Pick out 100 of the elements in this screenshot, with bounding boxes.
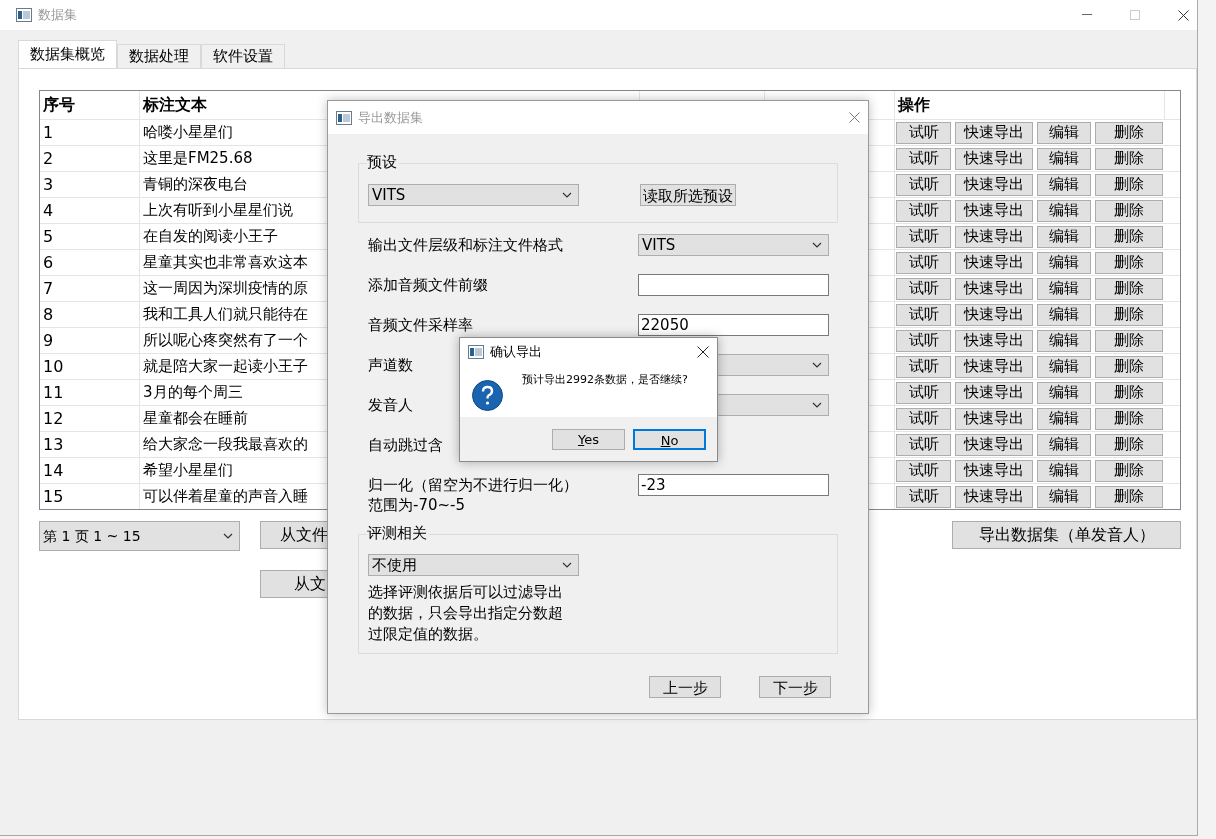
row-action-button[interactable]: 编辑 — [1037, 381, 1091, 404]
row-action-button[interactable]: 试听 — [896, 173, 951, 196]
row-action-button[interactable]: 快速导出 — [955, 173, 1033, 196]
row-action-button[interactable]: 编辑 — [1037, 485, 1091, 508]
row-action-button[interactable]: 删除 — [1095, 199, 1163, 222]
row-action-button[interactable]: 编辑 — [1037, 407, 1091, 430]
table-cell: 1 — [40, 120, 140, 145]
row-action-button[interactable]: 删除 — [1095, 225, 1163, 248]
text-field[interactable] — [638, 274, 829, 296]
step-button[interactable]: 下一步 — [759, 676, 831, 698]
question-icon — [472, 380, 503, 411]
tab[interactable]: 数据处理 — [117, 44, 201, 68]
row-action-button[interactable]: 快速导出 — [955, 355, 1033, 378]
text-field[interactable]: -23 — [638, 474, 829, 496]
row-action-button[interactable]: 删除 — [1095, 147, 1163, 170]
dialog-button[interactable]: Yes — [552, 428, 625, 450]
row-action-button[interactable]: 删除 — [1095, 407, 1163, 430]
row-action-button[interactable]: 试听 — [896, 433, 951, 456]
tab[interactable]: 数据集概览 — [18, 40, 117, 68]
window-title: 数据集 — [38, 6, 77, 25]
close-icon[interactable] — [697, 346, 709, 358]
field-label: 添加音频文件前缀 — [368, 275, 488, 296]
row-action-button[interactable]: 试听 — [896, 225, 951, 248]
row-action-button[interactable]: 删除 — [1095, 433, 1163, 456]
row-action-button[interactable]: 编辑 — [1037, 121, 1091, 144]
row-action-button[interactable]: 试听 — [896, 147, 951, 170]
row-action-button[interactable]: 编辑 — [1037, 199, 1091, 222]
text-field[interactable]: 22050 — [638, 314, 829, 336]
row-action-button[interactable]: 试听 — [896, 381, 951, 404]
row-action-button[interactable]: 编辑 — [1037, 147, 1091, 170]
row-action-button[interactable]: 快速导出 — [955, 277, 1033, 300]
row-action-button[interactable]: 删除 — [1095, 251, 1163, 274]
column-header: 序号 — [40, 91, 140, 119]
row-action-button[interactable]: 删除 — [1095, 303, 1163, 326]
row-action-button[interactable]: 快速导出 — [955, 459, 1033, 482]
row-action-button[interactable]: 试听 — [896, 407, 951, 430]
minimize-icon[interactable] — [1082, 14, 1092, 16]
row-action-button[interactable]: 试听 — [896, 459, 951, 482]
row-action-button[interactable]: 编辑 — [1037, 329, 1091, 352]
table-cell: 6 — [40, 250, 140, 275]
table-cell: 9 — [40, 328, 140, 353]
row-action-button[interactable]: 快速导出 — [955, 381, 1033, 404]
row-action-button[interactable]: 快速导出 — [955, 485, 1033, 508]
table-cell: 12 — [40, 406, 140, 431]
row-action-button[interactable]: 试听 — [896, 485, 951, 508]
row-action-button[interactable]: 删除 — [1095, 485, 1163, 508]
row-action-button[interactable]: 删除 — [1095, 355, 1163, 378]
row-action-button[interactable]: 编辑 — [1037, 225, 1091, 248]
row-action-button[interactable]: 试听 — [896, 329, 951, 352]
row-action-button[interactable]: 删除 — [1095, 121, 1163, 144]
dialog-button[interactable]: No — [633, 428, 706, 450]
tab[interactable]: 软件设置 — [201, 44, 285, 68]
row-action-button[interactable]: 快速导出 — [955, 147, 1033, 170]
field-label: 声道数 — [368, 355, 413, 376]
row-action-button[interactable]: 试听 — [896, 303, 951, 326]
dropdown[interactable]: VITS — [638, 234, 829, 256]
row-action-button[interactable]: 编辑 — [1037, 459, 1091, 482]
row-action-button[interactable]: 删除 — [1095, 329, 1163, 352]
row-action-button[interactable]: 试听 — [896, 355, 951, 378]
app-icon — [16, 8, 32, 22]
table-cell: 10 — [40, 354, 140, 379]
app-icon — [336, 110, 352, 125]
row-action-button[interactable]: 快速导出 — [955, 121, 1033, 144]
group-title: 预设 — [367, 152, 399, 172]
row-action-button[interactable]: 快速导出 — [955, 407, 1033, 430]
row-action-button[interactable]: 试听 — [896, 199, 951, 222]
chevron-down-icon — [812, 362, 822, 368]
row-action-button[interactable]: 删除 — [1095, 277, 1163, 300]
chevron-down-icon — [812, 242, 822, 248]
row-action-button[interactable]: 快速导出 — [955, 329, 1033, 352]
row-action-button[interactable]: 删除 — [1095, 381, 1163, 404]
row-action-button[interactable]: 快速导出 — [955, 433, 1033, 456]
table-cell: 8 — [40, 302, 140, 327]
row-action-button[interactable]: 试听 — [896, 121, 951, 144]
table-cell: 4 — [40, 198, 140, 223]
row-action-button[interactable]: 快速导出 — [955, 251, 1033, 274]
dropdown[interactable]: 第 1 页 1 ~ 15 — [39, 521, 240, 551]
row-action-button[interactable]: 快速导出 — [955, 303, 1033, 326]
dropdown[interactable]: 不使用 — [368, 554, 579, 576]
step-button[interactable]: 上一步 — [649, 676, 721, 698]
row-action-button[interactable]: 试听 — [896, 251, 951, 274]
table-cell: 14 — [40, 458, 140, 483]
row-action-button[interactable]: 快速导出 — [955, 225, 1033, 248]
close-icon[interactable] — [1178, 9, 1189, 21]
dropdown[interactable]: VITS — [368, 184, 579, 206]
row-action-button[interactable]: 试听 — [896, 277, 951, 300]
row-action-button[interactable]: 编辑 — [1037, 251, 1091, 274]
group-title: 评测相关 — [367, 523, 429, 543]
row-action-button[interactable]: 快速导出 — [955, 199, 1033, 222]
row-action-button[interactable]: 删除 — [1095, 173, 1163, 196]
load-preset-button[interactable]: 读取所选预设 — [640, 184, 736, 206]
row-action-button[interactable]: 编辑 — [1037, 303, 1091, 326]
chevron-down-icon — [223, 533, 233, 539]
row-action-button[interactable]: 编辑 — [1037, 173, 1091, 196]
row-action-button[interactable]: 编辑 — [1037, 355, 1091, 378]
row-action-button[interactable]: 编辑 — [1037, 433, 1091, 456]
export-dataset-button[interactable]: 导出数据集（单发音人） — [952, 521, 1181, 549]
table-cell: 5 — [40, 224, 140, 249]
row-action-button[interactable]: 编辑 — [1037, 277, 1091, 300]
row-action-button[interactable]: 删除 — [1095, 459, 1163, 482]
